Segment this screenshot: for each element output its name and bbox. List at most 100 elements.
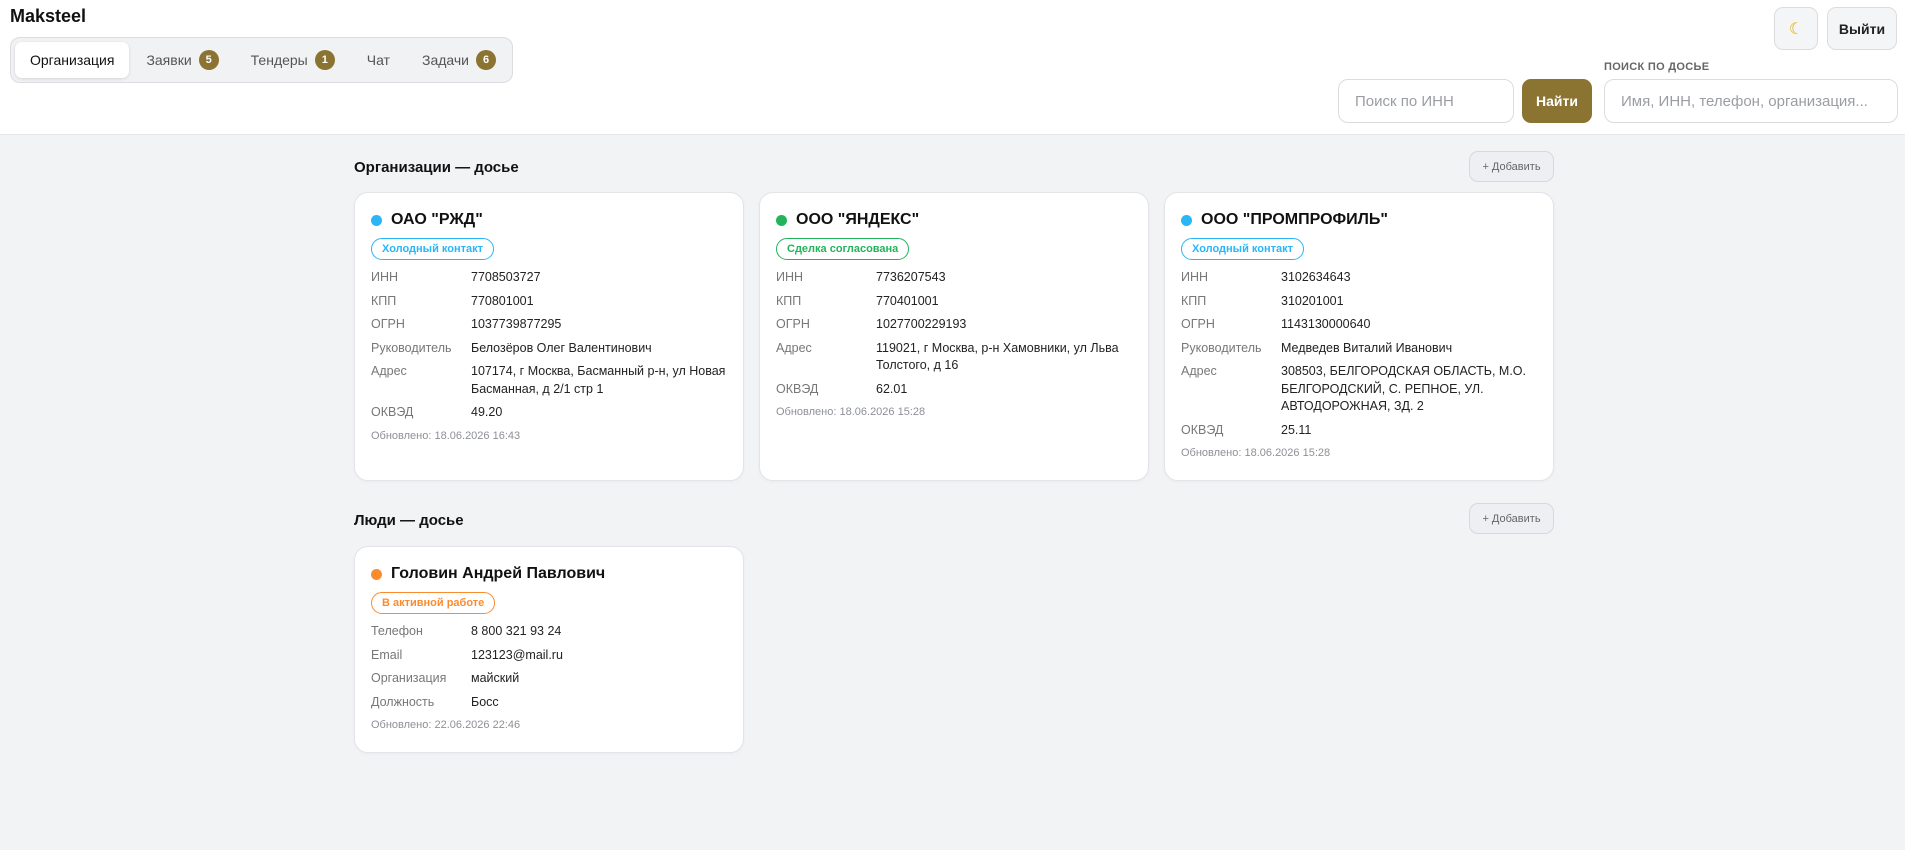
count-badge: 5 <box>198 50 219 70</box>
field-label: ИНН <box>371 270 399 284</box>
field-row: ОКВЭД 62.01 <box>776 381 1132 399</box>
field-label: ОГРН <box>1181 317 1215 331</box>
card-fields: ИНН 7736207543 КПП 770401001 ОГРН 10277002291… <box>776 269 1132 398</box>
status-dot <box>1181 214 1192 226</box>
main-tabs: Организация Заявки 5 Тендеры 1 Чат Задач… <box>10 37 513 83</box>
field-label: ОКВЭД <box>371 405 414 419</box>
field-value: 119021, г Москва, р-н Хамовники, ул Льва… <box>876 340 1119 373</box>
top-header: Maksteel Организация Заявки 5 Тендеры 1 … <box>0 0 1905 135</box>
tab-requests[interactable]: Заявки 5 <box>131 42 233 78</box>
field-value: 308503, БЕЛГОРОДСКАЯ ОБЛАСТЬ, М.О. БЕЛГО… <box>1281 364 1526 413</box>
status-badge: Холодный контакт <box>371 238 495 260</box>
field-label: ОГРН <box>371 317 405 331</box>
field-value: 310201001 <box>1281 293 1344 308</box>
card-title: ООО "ПРОМПРОФИЛЬ" <box>1201 211 1388 228</box>
field-label: Email <box>371 647 403 662</box>
tab-tasks[interactable]: Задачи 6 <box>407 42 511 78</box>
field-value: Босс <box>471 694 499 709</box>
org-card[interactable]: ОАО "РЖД" Холодный контакт ИНН 7708503727 КП… <box>354 192 744 481</box>
tab-label: Заявки <box>146 52 192 68</box>
field-label: КПП <box>1181 293 1207 308</box>
count-badge: 1 <box>314 50 335 70</box>
field-row: Руководитель Медведев Виталий Иванович <box>1181 340 1537 358</box>
field-row: КПП 770801001 <box>371 293 727 311</box>
add-person-button[interactable]: + Добавить <box>1469 503 1554 534</box>
tab-label: Тендеры <box>250 52 308 68</box>
field-row: ОГРН 1027700229193 <box>776 316 1132 334</box>
updated-timestamp: Обновлено: 18.06.2026 15:28 <box>776 406 926 418</box>
field-label: ИНН <box>776 270 804 284</box>
org-card[interactable]: ООО "ЯНДЕКС" Сделка согласована ИНН 7736207… <box>759 192 1149 481</box>
field-value: 123123@mail.ru <box>471 647 563 662</box>
card-title: ООО "ЯНДЕКС" <box>796 211 920 228</box>
status-badge: В активной работе <box>371 592 496 614</box>
field-row: Адрес 119021, г Москва, р-н Хамовники, ул… <box>776 340 1132 375</box>
field-label: ОГРН <box>776 317 810 331</box>
field-value: 62.01 <box>876 381 908 396</box>
tab-chat[interactable]: Чат <box>352 42 405 78</box>
field-label: Должность <box>371 694 435 709</box>
field-label: Организация <box>371 671 447 685</box>
inn-search-input[interactable] <box>1338 79 1514 123</box>
card-header: ООО "ЯНДЕКС" <box>776 211 1132 229</box>
updated-timestamp: Обновлено: 18.06.2026 15:28 <box>1181 447 1331 459</box>
field-row: ОГРН 1143130000640 <box>1181 316 1537 334</box>
field-label: ИНН <box>1181 270 1209 284</box>
status-dot <box>371 568 382 580</box>
field-row: Телефон 8 800 321 93 24 <box>371 623 727 641</box>
field-row: ОГРН 1037739877295 <box>371 316 727 334</box>
updated-timestamp: Обновлено: 22.06.2026 22:46 <box>371 719 521 731</box>
dossier-search-label: ПОИСК ПО ДОСЬЕ <box>1604 61 1710 73</box>
person-card[interactable]: Головин Андрей Павлович В активной работе… <box>354 546 744 753</box>
field-row: Адрес 308503, БЕЛГОРОДСКАЯ ОБЛАСТЬ, М.О. … <box>1181 363 1537 416</box>
field-label: КПП <box>776 293 802 308</box>
updated-timestamp: Обновлено: 18.06.2026 16:43 <box>371 429 521 442</box>
field-row: Должность Босс <box>371 694 727 712</box>
add-organization-button[interactable]: + Добавить <box>1469 151 1554 182</box>
field-value: 1027700229193 <box>876 317 967 331</box>
dossier-search-input[interactable] <box>1604 79 1898 123</box>
card-fields: ИНН 7708503727 КПП 770801001 ОГРН 10377398772… <box>371 269 727 422</box>
field-value: 3102634643 <box>1281 270 1351 284</box>
card-title: ОАО "РЖД" <box>391 211 483 228</box>
field-label: Адрес <box>776 340 812 355</box>
field-label: КПП <box>371 293 397 308</box>
field-label: ОКВЭД <box>776 381 819 396</box>
field-row: ИНН 7736207543 <box>776 269 1132 287</box>
field-value: 1037739877295 <box>471 317 562 331</box>
field-label: Адрес <box>1181 364 1217 378</box>
tab-label: Чат <box>366 52 390 68</box>
field-value: 1143130000640 <box>1281 317 1371 331</box>
field-row: Организация майский <box>371 670 727 688</box>
field-value: Медведев Виталий Иванович <box>1281 340 1453 355</box>
organizations-section-title: Организации — досье <box>354 159 519 176</box>
count-badge: 6 <box>476 50 496 70</box>
logout-button[interactable]: Выйти <box>1827 7 1897 50</box>
field-value: 770401001 <box>876 293 939 308</box>
org-card[interactable]: ООО "ПРОМПРОФИЛЬ" Холодный контакт ИНН 3102… <box>1164 192 1554 481</box>
field-label: Адрес <box>371 364 407 378</box>
field-row: КПП 770401001 <box>776 293 1132 311</box>
tab-tenders[interactable]: Тендеры 1 <box>236 42 350 78</box>
card-header: Головин Андрей Павлович <box>371 565 727 583</box>
find-button[interactable]: Найти <box>1522 79 1592 123</box>
status-dot <box>371 214 382 226</box>
field-row: Руководитель Белозёров Олег Валентинович <box>371 340 727 358</box>
field-label: Руководитель <box>1181 340 1262 355</box>
field-value: 770801001 <box>471 293 534 308</box>
card-fields: ИНН 3102634643 КПП 310201001 ОГРН 11431300006… <box>1181 269 1537 439</box>
tab-label: Организация <box>30 52 115 68</box>
field-value: 7708503727 <box>471 270 541 284</box>
field-row: Адрес 107174, г Москва, Басманный р-н, ул… <box>371 363 727 398</box>
field-row: Email 123123@mail.ru <box>371 647 727 665</box>
field-value: майский <box>471 671 520 685</box>
card-title: Головин Андрей Павлович <box>391 565 606 582</box>
moon-icon: ☾ <box>1788 20 1804 38</box>
card-header: ОАО "РЖД" <box>371 211 727 229</box>
field-row: ОКВЭД 25.11 <box>1181 422 1537 440</box>
field-row: ИНН 3102634643 <box>1181 269 1537 287</box>
people-section-title: Люди — досье <box>354 512 464 529</box>
tab-label: Задачи <box>421 52 469 68</box>
theme-toggle-button[interactable]: ☾ <box>1774 7 1818 50</box>
tab-organization[interactable]: Организация <box>15 42 130 78</box>
